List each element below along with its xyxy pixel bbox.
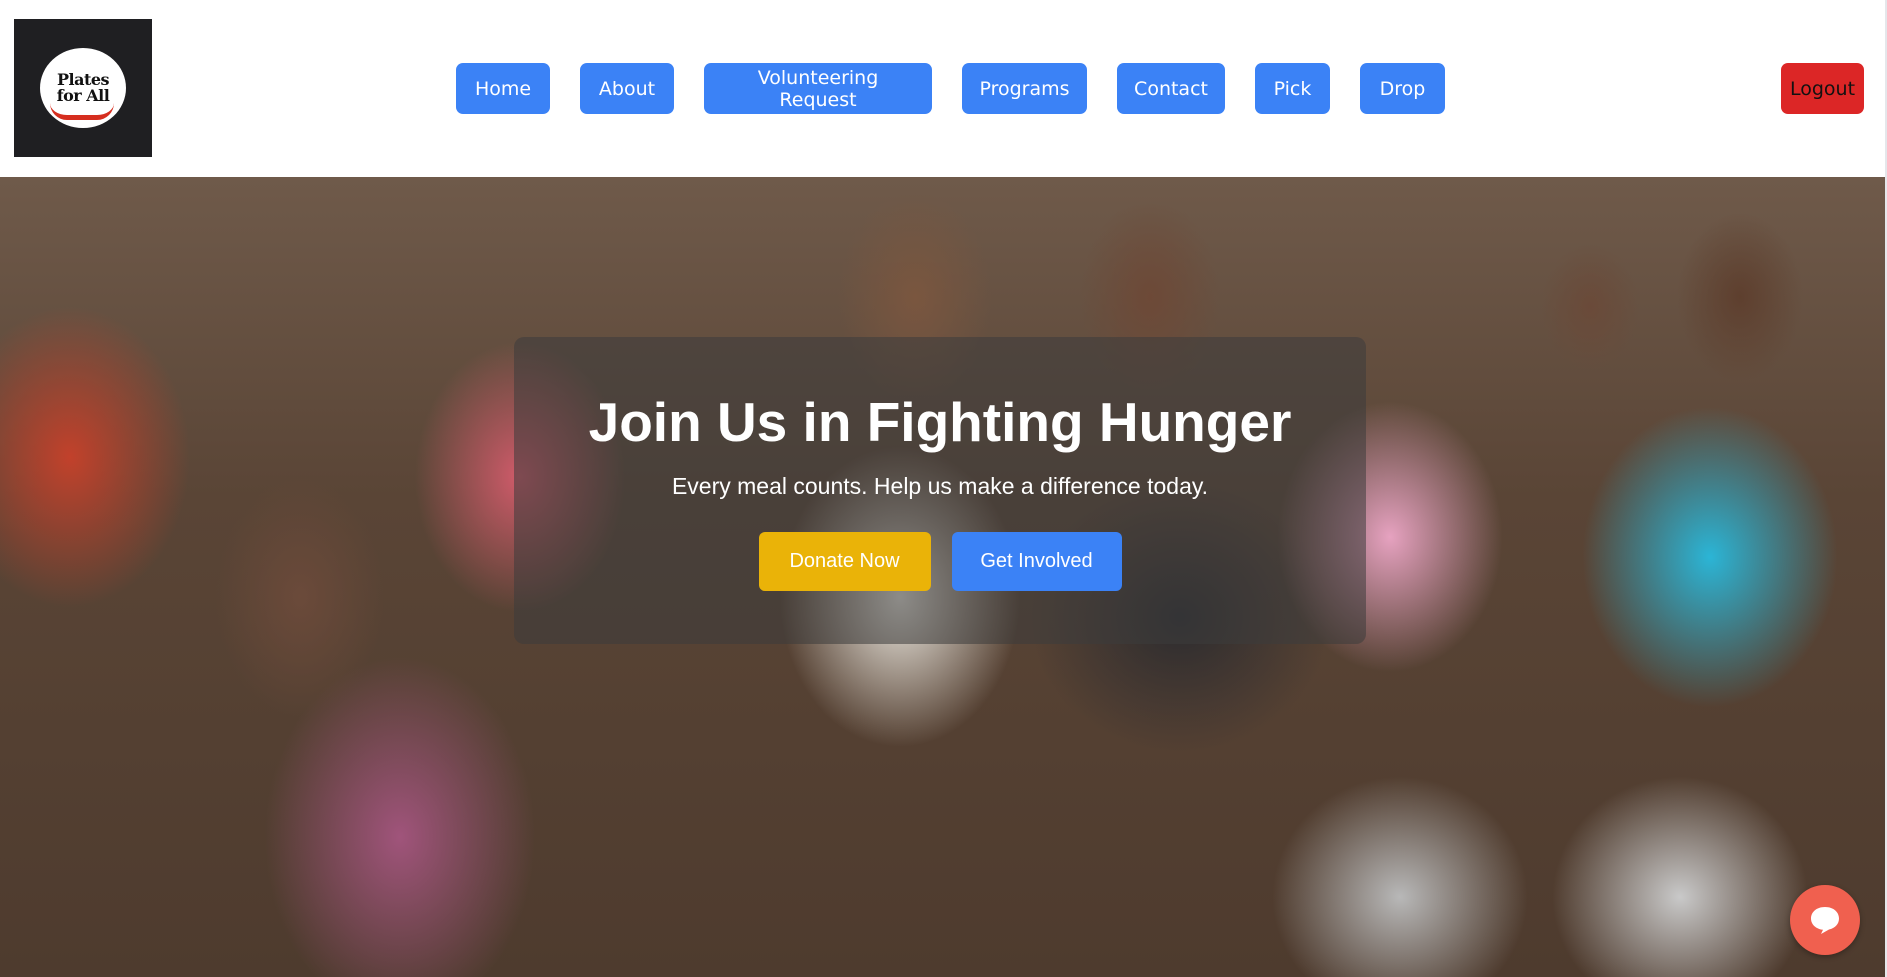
nav-volunteering-request-button[interactable]: Volunteering Request xyxy=(704,63,932,114)
nav-about-button[interactable]: About xyxy=(580,63,674,114)
donate-now-button[interactable]: Donate Now xyxy=(758,532,931,591)
plates-for-all-logo[interactable]: Plates for All xyxy=(14,19,152,157)
chat-bubble-icon xyxy=(1811,907,1839,934)
chili-icon xyxy=(50,103,114,120)
hero-actions: Donate Now Get Involved xyxy=(514,532,1366,591)
chat-button[interactable] xyxy=(1790,885,1860,955)
site-header: Plates for All Home About Volunteering R… xyxy=(0,0,1887,177)
logo-badge: Plates for All xyxy=(42,50,124,126)
main-nav: Home About Volunteering Request Programs… xyxy=(456,63,1445,114)
hero-title: Join Us in Fighting Hunger xyxy=(588,391,1292,453)
get-involved-button[interactable]: Get Involved xyxy=(951,532,1122,591)
hero-subtitle: Every meal counts. Help us make a differ… xyxy=(671,473,1209,499)
logout-button[interactable]: Logout xyxy=(1781,63,1864,114)
nav-home-button[interactable]: Home xyxy=(456,63,550,114)
nav-programs-button[interactable]: Programs xyxy=(962,63,1087,114)
logo-text-line2: for All xyxy=(56,86,110,105)
nav-drop-button[interactable]: Drop xyxy=(1360,63,1445,114)
nav-contact-button[interactable]: Contact xyxy=(1117,63,1225,114)
nav-pick-button[interactable]: Pick xyxy=(1255,63,1330,114)
